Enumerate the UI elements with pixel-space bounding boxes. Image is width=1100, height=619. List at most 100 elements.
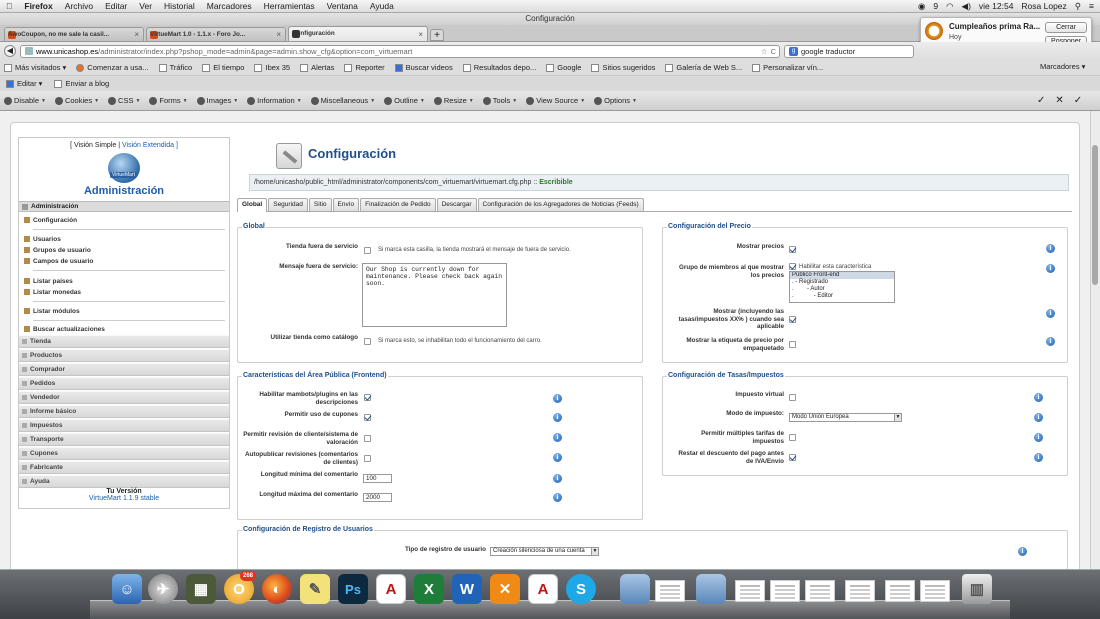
tab-global[interactable]: Global [237, 198, 268, 212]
coupons-checkbox[interactable] [364, 414, 371, 421]
autopublish-checkbox[interactable] [364, 455, 371, 462]
info-icon[interactable]: i [1034, 433, 1043, 442]
bookmark-personalizar[interactable]: Personalizar vín... [752, 63, 823, 72]
document-thumbnail-icon[interactable] [805, 580, 835, 602]
sidebar-item-campos[interactable]: Campos de usuario [19, 256, 229, 266]
list-item[interactable]: . - Registrado [790, 279, 894, 286]
bookmark-sitios[interactable]: Sitios sugeridos [591, 63, 655, 72]
bookmark-resultados[interactable]: Resultados depo... [462, 63, 536, 72]
sidebar-menu-productos[interactable]: Productos [19, 349, 229, 362]
view-extended-link[interactable]: Visión Extendida ] [122, 142, 178, 149]
sidebar-item-usuarios[interactable]: Usuarios [19, 234, 229, 244]
tab-close-icon[interactable]: × [418, 28, 423, 41]
dev-forms[interactable]: Forms ▼ [149, 96, 188, 105]
dev-disable[interactable]: Disable ▼ [4, 96, 46, 105]
info-icon[interactable]: i [553, 413, 562, 422]
stickies-icon[interactable]: ✎ [300, 574, 330, 604]
bookmark-comenzar[interactable]: Comenzar a usa... [76, 63, 149, 72]
sidebar-menu-cupones[interactable]: Cupones [19, 447, 229, 460]
bookmark-reporter[interactable]: Reporter [344, 63, 385, 72]
tab-envio[interactable]: Envío [332, 198, 360, 211]
menu-editar[interactable]: Editar [99, 1, 133, 11]
enable-feature-checkbox[interactable] [789, 263, 796, 270]
dev-outline[interactable]: Outline ▼ [384, 96, 425, 105]
sidebar-menu-pedidos[interactable]: Pedidos [19, 377, 229, 390]
bookmark-alertas[interactable]: Alertas [300, 63, 334, 72]
document-thumbnail-icon[interactable] [655, 580, 685, 602]
tab-sitio[interactable]: Sitio [308, 198, 332, 211]
close-button[interactable]: Cerrar [1045, 22, 1087, 33]
valid-check-icon[interactable]: ✓ [1037, 95, 1045, 106]
bookmark-star-icon[interactable]: ☆ [761, 46, 771, 57]
folder-icon[interactable] [620, 574, 650, 604]
document-thumbnail-icon[interactable] [885, 580, 915, 602]
spotlight-icon[interactable]: ⚲ [1075, 1, 1081, 12]
bookmark-ibex[interactable]: Ibex 35 [254, 63, 290, 72]
dev-css[interactable]: CSS ▼ [108, 96, 140, 105]
folder-icon[interactable] [696, 574, 726, 604]
site-identity-icon[interactable] [25, 47, 33, 55]
menu-app[interactable]: Firefox [18, 1, 58, 11]
skype-icon[interactable]: S [566, 574, 596, 604]
info-icon[interactable]: i [553, 433, 562, 442]
info-icon[interactable]: i [553, 394, 562, 403]
offline-message-textarea[interactable]: Our Shop is currently down for maintenan… [362, 263, 507, 327]
blog-edit-button[interactable]: Editar ▾ [6, 79, 42, 88]
include-tax-checkbox[interactable] [789, 316, 796, 323]
tab-awocoupon[interactable]: AwoCoupon, no me sale la casil... × [4, 27, 144, 41]
tax-mode-select[interactable]: Modo Unión Europea ▼ [789, 413, 902, 422]
bookmark-el-tiempo[interactable]: El tiempo [202, 63, 244, 72]
reviews-checkbox[interactable] [364, 435, 371, 442]
tab-descargar[interactable]: Descargar [436, 198, 477, 211]
sidebar-menu-informe[interactable]: Informe básico [19, 405, 229, 418]
menu-marcadores[interactable]: Marcadores [201, 1, 258, 11]
sidebar-head-administracion[interactable]: Administración [19, 201, 229, 212]
version-link[interactable]: VirtueMart 1.1.9 stable [89, 495, 159, 502]
back-button[interactable]: ◀ [4, 45, 16, 57]
info-icon[interactable]: i [1046, 244, 1055, 253]
xampp-icon[interactable]: ✕ [490, 574, 520, 604]
apple-icon[interactable]:  [0, 1, 18, 11]
tab-feeds[interactable]: Configuración de los Agregadores de Noti… [477, 198, 644, 211]
info-icon[interactable]: i [1034, 393, 1043, 402]
new-tab-button[interactable]: + [430, 29, 444, 41]
list-icon[interactable]: ≡ [1089, 1, 1094, 11]
registration-type-select[interactable]: Creación silenciosa de una cuenta ▼ [490, 547, 599, 556]
status-icon[interactable]: ◉ [918, 1, 925, 12]
info-icon[interactable]: i [1018, 547, 1027, 556]
info-icon[interactable]: i [553, 453, 562, 462]
min-length-input[interactable]: 100 [363, 474, 392, 483]
menu-ventana[interactable]: Ventana [321, 1, 364, 11]
tab-close-icon[interactable]: × [134, 28, 139, 41]
sidebar-item-configuracion[interactable]: Configuración [19, 215, 229, 225]
tab-close-icon[interactable]: × [276, 28, 281, 41]
bookmark-mas-visitados[interactable]: Más visitados ▾ [4, 63, 66, 72]
volume-icon[interactable]: ◀) [962, 1, 971, 12]
dashboard-icon[interactable]: ▦ [186, 574, 216, 604]
bookmark-trafico[interactable]: Tráfico [158, 63, 192, 72]
wifi-icon[interactable]: ◠ [946, 1, 953, 12]
menu-ayuda[interactable]: Ayuda [364, 1, 400, 11]
sidebar-menu-fabricante[interactable]: Fabricante [19, 461, 229, 474]
max-length-input[interactable]: 2000 [363, 493, 392, 502]
info-icon[interactable]: i [1046, 264, 1055, 273]
dev-information[interactable]: Information ▼ [247, 96, 302, 105]
sidebar-item-grupos[interactable]: Grupos de usuario [19, 245, 229, 255]
list-item[interactable]: . - Autor [790, 286, 894, 293]
dev-miscellaneous[interactable]: Miscellaneous ▼ [310, 96, 375, 105]
tab-finalizacion[interactable]: Finalización de Pedido [360, 198, 436, 211]
info-icon[interactable]: i [1034, 453, 1043, 462]
document-thumbnail-icon[interactable] [770, 580, 800, 602]
bookmark-galeria[interactable]: Galería de Web S... [665, 63, 742, 72]
mambots-checkbox[interactable] [364, 394, 371, 401]
multiple-rates-checkbox[interactable] [789, 434, 796, 441]
dev-resize[interactable]: Resize ▼ [433, 96, 474, 105]
acrobat-reader-icon[interactable]: A [528, 574, 558, 604]
price-groups-listbox[interactable]: Público Front-end . - Registrado . - Aut… [789, 271, 895, 303]
menu-archivo[interactable]: Archivo [59, 1, 99, 11]
sidebar-menu-comprador[interactable]: Comprador [19, 363, 229, 376]
sidebar-menu-impuestos[interactable]: Impuestos [19, 419, 229, 432]
word-icon[interactable]: W [452, 574, 482, 604]
sidebar-item-actualizaciones[interactable]: Buscar actualizaciones [19, 324, 229, 334]
show-prices-checkbox[interactable] [789, 246, 796, 253]
